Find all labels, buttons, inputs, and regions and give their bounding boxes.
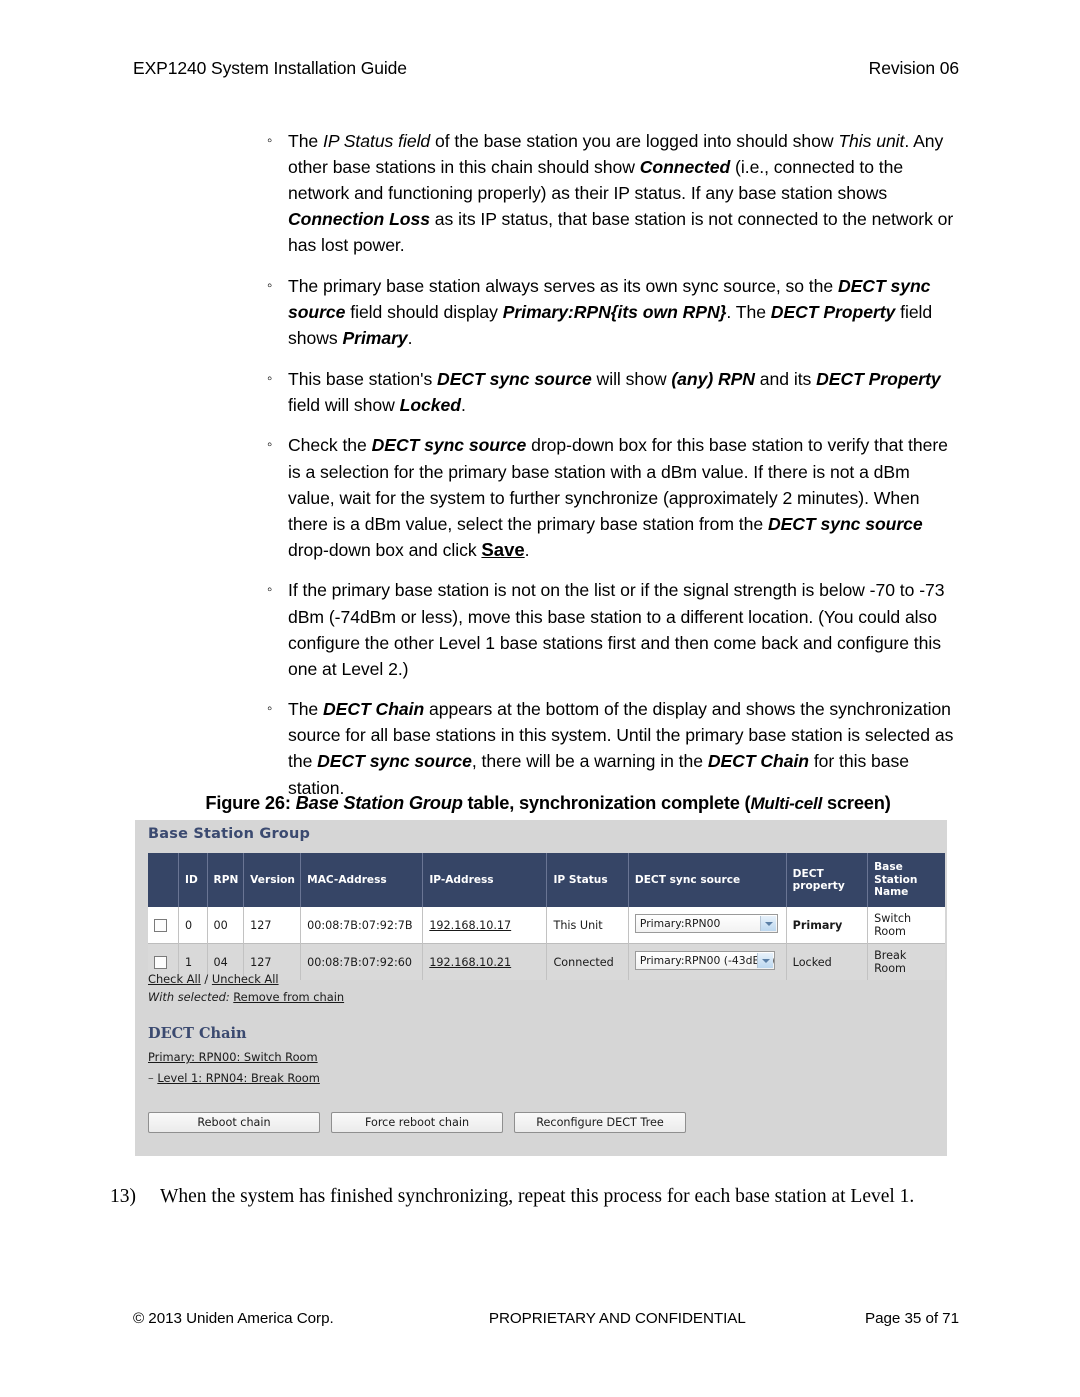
- column-header-dect-property: DECT property: [786, 853, 869, 907]
- figure-caption: Figure 26: Base Station Group table, syn…: [205, 792, 891, 813]
- dect-chain-heading: DECT Chain: [148, 1025, 247, 1042]
- table-row: 0 00 127 00:08:7B:07:92:7B 192.168.10.17 This…: [148, 907, 945, 944]
- dect-chain-level1: – Level 1: RPN04: Break Room: [148, 1071, 320, 1085]
- with-selected-line: With selected: Remove from chain: [148, 990, 344, 1004]
- cell-ip-status: This Unit: [546, 907, 629, 944]
- cell-ip-status: Connected: [546, 943, 629, 980]
- reconfigure-dect-tree-button[interactable]: Reconfigure DECT Tree: [514, 1112, 686, 1133]
- bullet-dect-chain-warning: The DECT Chain appears at the bottom of …: [266, 696, 956, 800]
- bullet-this-station-sync-source: This base station's DECT sync source wil…: [266, 366, 956, 418]
- cell-rpn: 00: [207, 907, 245, 944]
- uncheck-all-link[interactable]: Uncheck All: [212, 972, 279, 986]
- header-revision: Revision 06: [868, 58, 959, 78]
- column-header-select: [148, 853, 180, 907]
- column-header-ip-status: IP Status: [546, 853, 629, 907]
- cell-mac-address: 00:08:7B:07:92:7B: [300, 907, 424, 944]
- cell-dect-sync-source: Primary:RPN00 (-43dBm): [628, 943, 787, 980]
- step-number: 13): [110, 1186, 136, 1207]
- cell-dect-property: Locked: [786, 943, 869, 980]
- bullet-list: The IP Status field of the base station …: [266, 128, 956, 815]
- chevron-down-icon: [759, 916, 776, 931]
- column-header-ip-address: IP-Address: [422, 853, 548, 907]
- dect-sync-source-select[interactable]: Primary:RPN00: [634, 914, 778, 933]
- chevron-down-icon: [756, 953, 773, 968]
- column-header-rpn: RPN: [207, 853, 245, 907]
- base-station-group-table: ID RPN Version MAC-Address IP-Address IP…: [148, 853, 945, 980]
- cell-mac-address: 00:08:7B:07:92:60: [300, 943, 424, 980]
- with-selected-label: With selected:: [148, 990, 230, 1004]
- column-header-id: ID: [178, 853, 208, 907]
- cell-base-station-name: Break Room: [867, 943, 945, 980]
- select-links: Check All / Uncheck All: [148, 972, 279, 986]
- page-footer: © 2013 Uniden America Corp. PROPRIETARY …: [133, 1310, 959, 1327]
- check-all-link[interactable]: Check All: [148, 972, 201, 986]
- table-header-row: ID RPN Version MAC-Address IP-Address IP…: [148, 853, 945, 907]
- screenshot-panel: Base Station Group ID RPN Version MAC-Ad…: [135, 820, 947, 1156]
- panel-title: Base Station Group: [148, 826, 311, 842]
- chain-branch-dash-icon: –: [148, 1071, 154, 1085]
- numbered-step: 13) When the system has finished synchro…: [110, 1183, 960, 1210]
- step-text: When the system has finished synchronizi…: [160, 1186, 915, 1207]
- dect-sync-source-select[interactable]: Primary:RPN00 (-43dBm): [634, 951, 775, 970]
- column-header-dect-sync-source: DECT sync source: [628, 853, 787, 907]
- dect-chain-primary: Primary: RPN00: Switch Room: [148, 1050, 318, 1064]
- bullet-check-dropdown-dbm: Check the DECT sync source drop-down box…: [266, 432, 956, 562]
- bullet-primary-sync-source: The primary base station always serves a…: [266, 273, 956, 351]
- running-head: EXP1240 System Installation Guide Revisi…: [133, 58, 959, 79]
- reboot-chain-button[interactable]: Reboot chain: [148, 1112, 320, 1133]
- cell-base-station-name: Switch Room: [867, 907, 945, 944]
- chain-action-buttons: Reboot chain Force reboot chain Reconfig…: [148, 1112, 686, 1133]
- column-header-mac-address: MAC-Address: [300, 853, 424, 907]
- bullet-signal-strength-below: If the primary base station is not on th…: [266, 577, 956, 681]
- row-checkbox[interactable]: [154, 918, 167, 932]
- link-separator: /: [204, 972, 209, 986]
- cell-ip-address: 192.168.10.21: [422, 943, 548, 980]
- dect-chain-level1-link[interactable]: Level 1: RPN04: Break Room: [157, 1071, 320, 1085]
- bullet-ip-status-field: The IP Status field of the base station …: [266, 128, 956, 258]
- cell-dect-property: Primary: [786, 907, 869, 944]
- footer-page-number: Page 35 of 71: [865, 1310, 959, 1327]
- row-select-cell: [148, 907, 180, 944]
- document-page: EXP1240 System Installation Guide Revisi…: [0, 0, 1080, 1397]
- footer-copyright: © 2013 Uniden America Corp.: [133, 1310, 334, 1327]
- cell-ip-address: 192.168.10.17: [422, 907, 548, 944]
- header-title: EXP1240 System Installation Guide: [133, 58, 407, 78]
- column-header-version: Version: [243, 853, 302, 907]
- remove-from-chain-link[interactable]: Remove from chain: [233, 990, 344, 1004]
- column-header-base-station-name: Base Station Name: [867, 853, 945, 907]
- cell-dect-sync-source: Primary:RPN00: [628, 907, 787, 944]
- cell-version: 127: [243, 907, 302, 944]
- cell-id: 0: [178, 907, 208, 944]
- dect-chain-primary-link[interactable]: Primary: RPN00: Switch Room: [148, 1050, 318, 1064]
- ip-address-link[interactable]: 192.168.10.21: [429, 956, 511, 969]
- row-checkbox[interactable]: [154, 955, 167, 969]
- ip-address-link[interactable]: 192.168.10.17: [429, 919, 511, 932]
- footer-classification: PROPRIETARY AND CONFIDENTIAL: [488, 1310, 746, 1327]
- force-reboot-chain-button[interactable]: Force reboot chain: [331, 1112, 503, 1133]
